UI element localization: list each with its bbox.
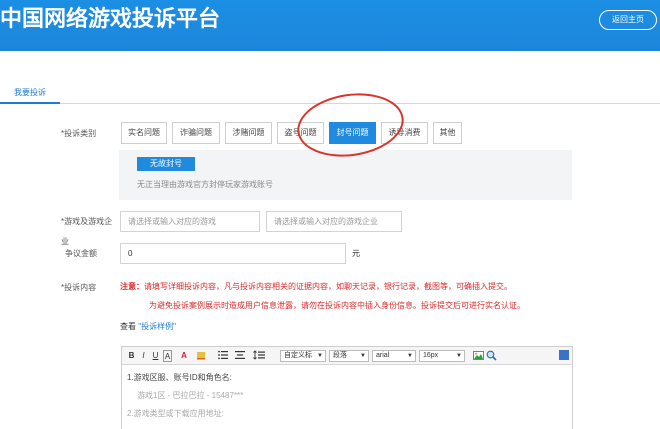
page-header: 中国网络游戏投诉平台 返回主页 xyxy=(0,0,660,51)
list-unordered-icon[interactable] xyxy=(234,350,246,362)
bold-button[interactable]: B xyxy=(127,350,136,362)
zoom-icon[interactable] xyxy=(486,350,497,361)
notice-text-1: 请填写详细投诉内容，凡与投诉内容相关的证据内容，如聊天记录，银行记录，截图等，可… xyxy=(144,282,512,291)
type-button-gambling[interactable]: 涉赌问题 xyxy=(225,122,272,144)
sample-prefix: 查看 xyxy=(120,322,136,331)
font-select[interactable]: arial ▼ xyxy=(372,350,416,362)
type-button-real-name[interactable]: 实名问题 xyxy=(121,122,167,144)
type-button-fraud[interactable]: 诈骗问题 xyxy=(172,122,220,144)
type-button-other[interactable]: 其他 xyxy=(433,122,462,144)
sample-link-row: 查看 "投诉样例" xyxy=(120,321,176,332)
game-label: *游戏及游戏企 xyxy=(61,217,113,226)
game-input[interactable]: 请选择或输入对应的游戏 xyxy=(120,211,260,232)
underline-button[interactable]: U xyxy=(151,350,160,362)
notice-prefix: 注意： xyxy=(120,282,144,291)
content-editor[interactable]: B I U A A 自定义标 ▼ 段落 ▼ arial ▼ 16px ▼ 1.游戏区服、… xyxy=(121,346,573,429)
amount-unit: 元 xyxy=(352,249,360,258)
site-title: 中国网络游戏投诉平台 xyxy=(0,6,221,31)
chevron-down-icon: ▼ xyxy=(456,353,462,359)
tab-complaint[interactable]: 我要投诉 xyxy=(0,83,60,104)
chevron-down-icon: ▼ xyxy=(317,353,323,359)
game-label-wrap: 业 xyxy=(61,237,69,246)
paragraph-value: 段落 xyxy=(333,352,347,359)
insert-image-icon[interactable] xyxy=(473,350,484,361)
font-size-select[interactable]: 16px ▼ xyxy=(419,350,465,362)
font-size-value: 16px xyxy=(423,352,439,359)
sub-type-panel: 无故封号 无正当理由游戏官方封停玩家游戏账号 xyxy=(119,150,572,200)
editor-line-3: 2.游戏类型或下载应用地址: xyxy=(127,409,224,418)
chevron-down-icon: ▼ xyxy=(407,353,413,359)
list-ordered-icon[interactable] xyxy=(217,350,229,362)
amount-input[interactable]: 0 xyxy=(120,243,346,264)
editor-line-1: 1.游戏区服、账号ID和角色名: xyxy=(127,373,232,382)
line-height-icon[interactable] xyxy=(252,350,266,362)
notice-line-1: 注意：请填写详细投诉内容，凡与投诉内容相关的证据内容，如聊天记录，银行记录，截图… xyxy=(120,281,512,292)
content-label: *投诉内容 xyxy=(61,283,97,292)
paragraph-select[interactable]: 段落 ▼ xyxy=(329,350,369,362)
custom-style-select[interactable]: 自定义标 ▼ xyxy=(280,350,326,362)
toolbar-menu-icon[interactable] xyxy=(559,350,569,360)
strikethrough-button[interactable]: A xyxy=(163,350,172,362)
sub-type-tag[interactable]: 无故封号 xyxy=(137,157,195,171)
sub-type-description: 无正当理由游戏官方封停玩家游戏账号 xyxy=(137,180,273,189)
editor-line-2: 游戏1区 - 巴拉巴拉 - 15487*** xyxy=(137,391,244,400)
company-input[interactable]: 请选择或输入对应的游戏企业 xyxy=(266,211,402,232)
font-value: arial xyxy=(376,352,390,359)
custom-style-value: 自定义标 xyxy=(284,352,312,359)
complaint-type-label: *投诉类别 xyxy=(61,129,97,138)
italic-button[interactable]: I xyxy=(139,350,148,362)
editor-toolbar: B I U A A 自定义标 ▼ 段落 ▼ arial ▼ 16px ▼ xyxy=(122,347,572,365)
highlight-icon[interactable] xyxy=(195,350,207,362)
notice-line-2: 为避免投诉案例展示时造成用户信息泄露，请勿在投诉内容中插入身份信息。投诉提交后可… xyxy=(149,301,525,310)
chevron-down-icon: ▼ xyxy=(360,353,366,359)
font-color-button[interactable]: A xyxy=(176,350,192,362)
amount-label: 争议金额 xyxy=(65,249,97,258)
sample-link[interactable]: "投诉样例" xyxy=(138,322,176,331)
home-button[interactable]: 返回主页 xyxy=(599,10,657,30)
